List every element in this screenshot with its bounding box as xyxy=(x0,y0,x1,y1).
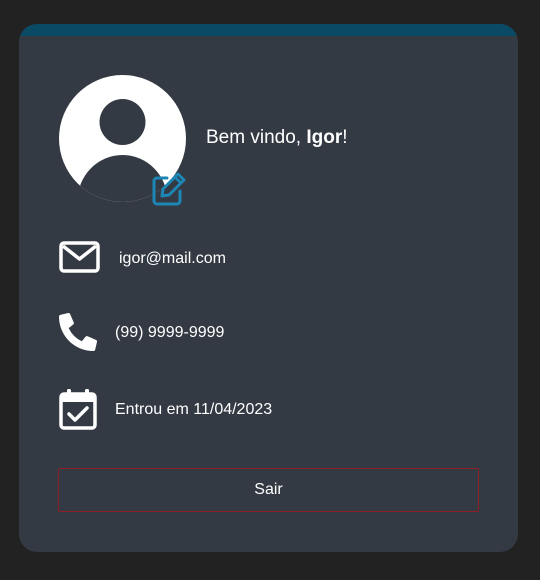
logout-button[interactable]: Sair xyxy=(58,468,479,512)
profile-header: Bem vindo, Igor! xyxy=(59,75,499,208)
card-accent-bar xyxy=(19,24,518,36)
phone-value: (99) 9999-9999 xyxy=(115,324,225,341)
phone-row: (99) 9999-9999 xyxy=(59,313,499,357)
phone-icon xyxy=(59,313,97,351)
joined-date-value: Entrou em 11/04/2023 xyxy=(115,401,273,418)
email-value: igor@mail.com xyxy=(119,250,226,267)
welcome-greeting: Bem vindo, Igor! xyxy=(206,127,348,149)
edit-icon[interactable] xyxy=(150,170,188,208)
greeting-suffix: ! xyxy=(342,127,348,148)
user-name: Igor xyxy=(306,127,343,148)
greeting-prefix: Bem vindo, xyxy=(206,127,307,148)
envelope-icon xyxy=(59,241,100,273)
profile-card: Bem vindo, Igor! igor@mail.com (99) 9999… xyxy=(19,24,518,552)
joined-date-row: Entrou em 11/04/2023 xyxy=(59,388,499,432)
calendar-check-icon xyxy=(59,389,97,430)
email-row: igor@mail.com xyxy=(59,241,499,285)
